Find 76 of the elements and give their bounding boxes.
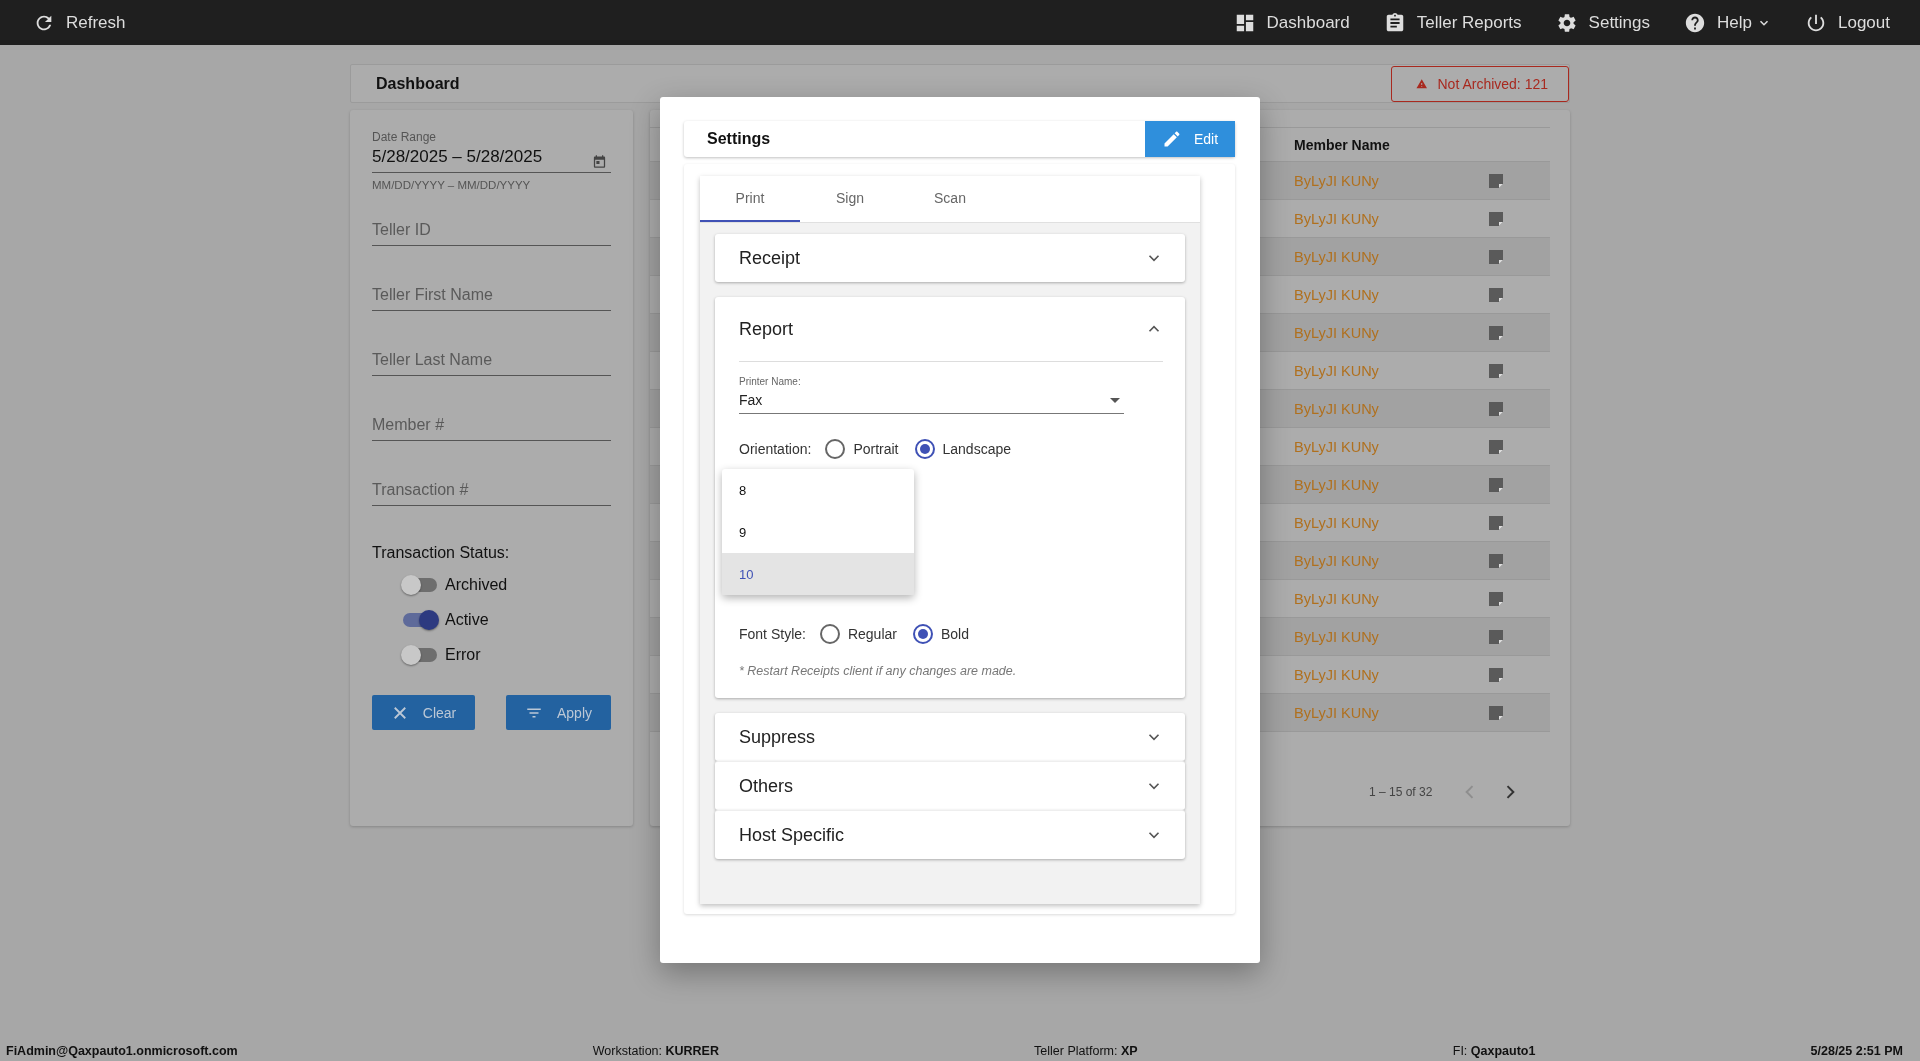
accordion-header[interactable]: Suppress xyxy=(715,713,1185,761)
refresh-button[interactable]: Refresh xyxy=(33,11,126,34)
text-field[interactable]: Teller First Name xyxy=(372,264,611,311)
note-icon[interactable] xyxy=(1488,248,1504,265)
note-icon[interactable] xyxy=(1488,286,1504,303)
status-text: FI: Qaxpauto1 xyxy=(1452,1043,1536,1058)
edit-button[interactable]: Edit xyxy=(1145,121,1235,157)
dialog-title: Settings xyxy=(707,130,771,148)
radio-button[interactable] xyxy=(914,439,935,459)
column-header: Member Name xyxy=(1294,136,1390,153)
radio-label: Bold xyxy=(940,626,969,642)
text-field[interactable]: Teller ID xyxy=(372,199,611,246)
toggle-switch[interactable] xyxy=(403,613,437,627)
tab[interactable]: Scan xyxy=(900,176,1000,222)
note-icon[interactable] xyxy=(1488,704,1504,721)
radio-button[interactable] xyxy=(819,624,840,644)
note-icon[interactable] xyxy=(1488,476,1504,493)
status-text: 5/28/25 2:51 PM xyxy=(1810,1043,1903,1058)
radio-label: Landscape xyxy=(942,441,1011,457)
status-text: Workstation: KURRER xyxy=(592,1043,719,1058)
settings-icon xyxy=(1555,11,1578,34)
restart-note: * Restart Receipts client if any changes are made. xyxy=(739,664,1018,678)
apply-button[interactable]: Apply xyxy=(506,695,611,730)
toggle-switch[interactable] xyxy=(403,578,437,592)
note-icon[interactable] xyxy=(1488,362,1504,379)
accordion-header[interactable]: Others xyxy=(715,762,1185,810)
pagination-range: 1 – 15 of 32 xyxy=(1369,785,1433,799)
text-field[interactable]: Transaction # xyxy=(372,459,611,506)
date-range-field[interactable]: Date Range 5/28/2025 – 5/28/2025 xyxy=(372,130,611,173)
menu-option[interactable]: 10 xyxy=(722,553,914,595)
toggle-label: Error xyxy=(445,646,481,664)
status-text: Teller Platform: XP xyxy=(1034,1043,1138,1058)
radio-button[interactable] xyxy=(912,624,933,644)
toggle-label: Active xyxy=(445,611,489,629)
note-icon[interactable] xyxy=(1488,514,1504,531)
note-icon[interactable] xyxy=(1488,438,1504,455)
radio-button[interactable] xyxy=(825,439,846,459)
dropdown-arrow-icon xyxy=(1110,398,1120,403)
font-style-label: Font Style: xyxy=(739,626,806,642)
note-icon[interactable] xyxy=(1488,400,1504,417)
help-icon xyxy=(1684,11,1707,34)
accordion-header[interactable]: Report xyxy=(739,297,1163,362)
toggle-label: Archived xyxy=(445,576,508,594)
nav-link[interactable]: Help xyxy=(1684,11,1771,34)
tab[interactable]: Sign xyxy=(800,176,900,222)
printer-select[interactable]: Printer Name: Fax xyxy=(739,376,1124,414)
note-icon[interactable] xyxy=(1488,666,1504,683)
tab[interactable]: Print xyxy=(700,176,800,222)
nav-link[interactable]: Logout xyxy=(1805,11,1890,34)
nav-link[interactable]: Dashboard xyxy=(1233,11,1350,34)
text-field[interactable]: Teller Last Name xyxy=(372,329,611,376)
page-title: Dashboard xyxy=(376,74,460,93)
note-icon[interactable] xyxy=(1488,210,1504,227)
radio-label: Portrait xyxy=(853,441,899,457)
nav-link[interactable]: Teller Reports xyxy=(1383,11,1522,34)
calendar-icon[interactable] xyxy=(592,154,607,169)
nav-link[interactable]: Settings xyxy=(1555,11,1651,34)
alert-text: Not Archived: 121 xyxy=(1437,75,1548,92)
date-format-hint: MM/DD/YYYY – MM/DD/YYYY xyxy=(372,179,532,191)
note-icon[interactable] xyxy=(1488,552,1504,569)
status-text: FiAdmin@Qaxpauto1.onmicrosoft.com xyxy=(6,1043,238,1058)
accordion-header[interactable]: Receipt xyxy=(715,234,1185,282)
alert-badge[interactable]: Not Archived: 121 xyxy=(1391,65,1569,102)
toggle-switch[interactable] xyxy=(403,648,437,662)
note-icon[interactable] xyxy=(1488,324,1504,341)
orientation-label: Orientation: xyxy=(739,441,812,457)
note-icon[interactable] xyxy=(1488,628,1504,645)
clear-button[interactable]: Clear xyxy=(372,695,475,730)
text-field[interactable]: Member # xyxy=(372,394,611,441)
menu-option[interactable]: 8 xyxy=(722,469,914,511)
note-icon[interactable] xyxy=(1488,590,1504,607)
status-label: Transaction Status: xyxy=(372,544,511,562)
radio-label: Regular xyxy=(847,626,897,642)
accordion-header[interactable]: Host Specific xyxy=(715,811,1185,859)
menu-option[interactable]: 9 xyxy=(722,511,914,553)
note-icon[interactable] xyxy=(1488,172,1504,189)
